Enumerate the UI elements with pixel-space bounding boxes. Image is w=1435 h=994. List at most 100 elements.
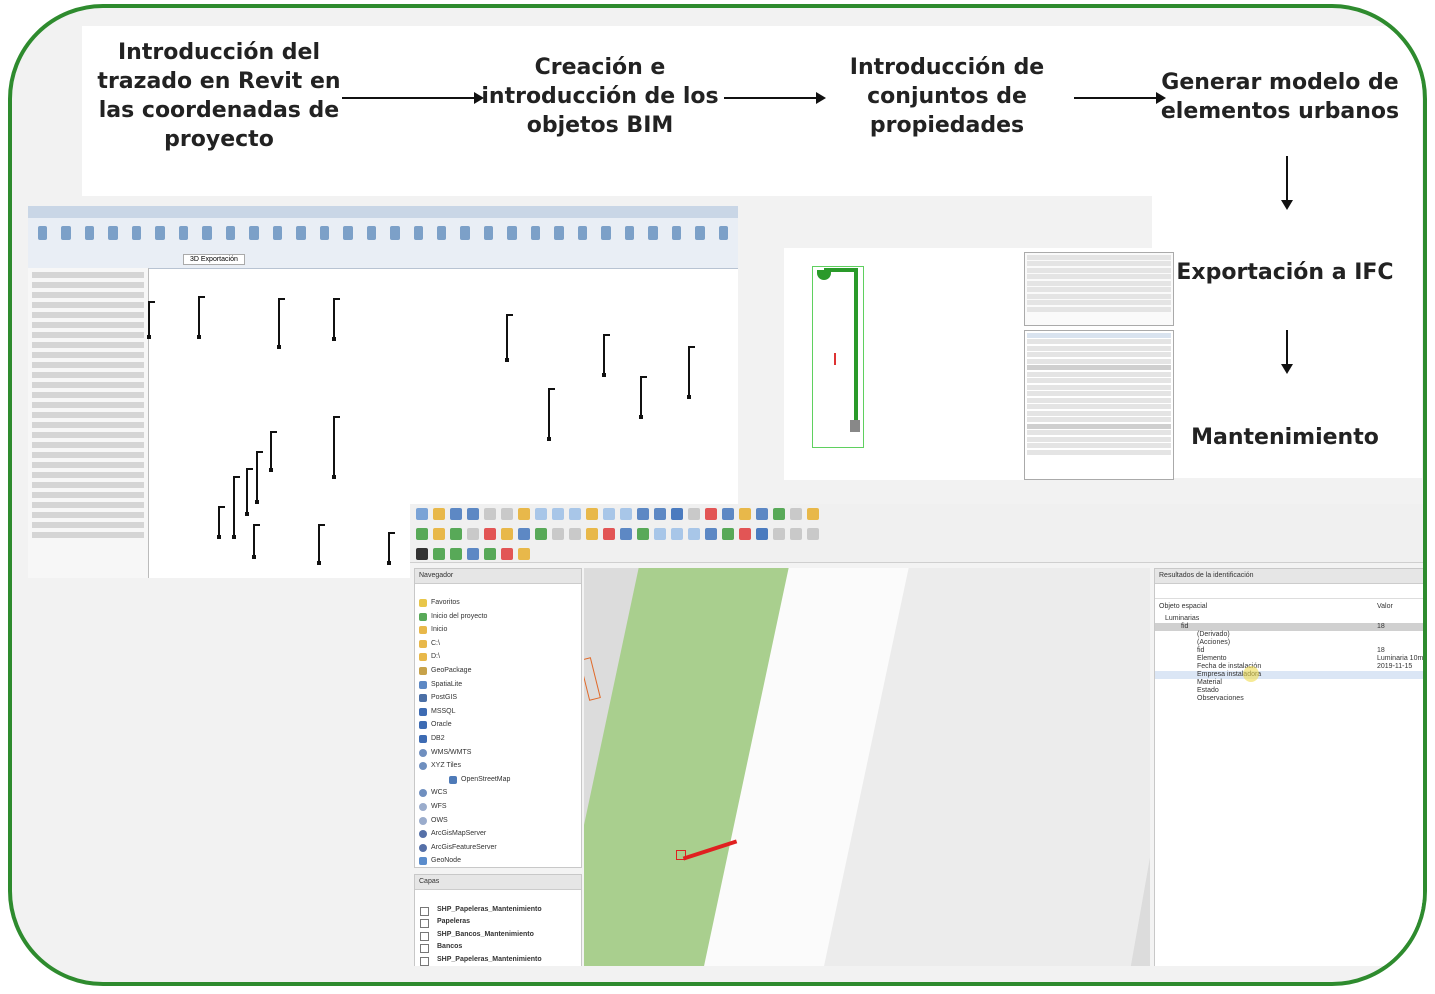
toolbar-icon[interactable]	[722, 528, 734, 540]
checkbox-icon[interactable]	[420, 931, 429, 941]
toolbar-icon[interactable]	[484, 548, 496, 560]
nav-item-postgis[interactable]: PostGIS	[415, 691, 581, 705]
layer-item[interactable]: SHP_Papeleras_Mantenimiento	[415, 954, 581, 966]
toolbar-icon[interactable]	[739, 528, 751, 540]
toolbar-icon[interactable]	[450, 548, 462, 560]
layer-item[interactable]: Papeleras	[415, 916, 581, 929]
map-canvas[interactable]	[584, 568, 1150, 966]
nav-item-arcgis-feature[interactable]: ArcGisFeatureServer	[415, 841, 581, 855]
nav-item-wms[interactable]: WMS/WMTS	[415, 746, 581, 760]
nav-item-project-home[interactable]: Inicio del proyecto	[415, 610, 581, 624]
identify-row[interactable]: (Derivado)	[1155, 631, 1423, 639]
toolbar-icon[interactable]	[603, 528, 615, 540]
checkbox-icon[interactable]	[420, 944, 429, 954]
toolbar-icon[interactable]	[739, 508, 751, 520]
toolbar-icon[interactable]	[773, 508, 785, 520]
nav-item-d-drive[interactable]: D:\	[415, 650, 581, 664]
nav-item-db2[interactable]: DB2	[415, 732, 581, 746]
toolbar-icon[interactable]	[501, 508, 513, 520]
toolbar-icon[interactable]	[569, 508, 581, 520]
identify-row[interactable]: Material	[1155, 679, 1423, 687]
toolbar-icon[interactable]	[433, 528, 445, 540]
toolbar-icon[interactable]	[518, 528, 530, 540]
nav-item-oracle[interactable]: Oracle	[415, 718, 581, 732]
nav-item-spatialite[interactable]: SpatiaLite	[415, 678, 581, 692]
toolbar-icon[interactable]	[807, 528, 819, 540]
toolbar-icon[interactable]	[484, 528, 496, 540]
checkbox-icon[interactable]	[420, 919, 429, 929]
revit-view-tab[interactable]: 3D Exportación	[183, 254, 245, 265]
toolbar-icon[interactable]	[467, 508, 479, 520]
identify-row[interactable]: (Acciones)	[1155, 639, 1423, 647]
nav-item-ows[interactable]: OWS	[415, 814, 581, 828]
toolbar-icon[interactable]	[552, 508, 564, 520]
toolbar-icon[interactable]	[552, 528, 564, 540]
toolbar-icon[interactable]	[756, 508, 768, 520]
toolbar-icon[interactable]	[654, 508, 666, 520]
toolbar-icon[interactable]	[535, 528, 547, 540]
layer-item[interactable]: SHP_Bancos_Mantenimiento	[415, 929, 581, 941]
toolbar-icon[interactable]	[603, 508, 615, 520]
toolbar-icon[interactable]	[705, 508, 717, 520]
toolbar-icon[interactable]	[416, 548, 428, 560]
toolbar-icon[interactable]	[450, 528, 462, 540]
toolbar-icon[interactable]	[586, 508, 598, 520]
toolbar-icon[interactable]	[433, 508, 445, 520]
nav-item-geopackage[interactable]: GeoPackage	[415, 664, 581, 678]
toolbar-icon[interactable]	[569, 528, 581, 540]
toolbar-icon[interactable]	[416, 528, 428, 540]
toolbar-icon[interactable]	[586, 528, 598, 540]
identify-row-hover[interactable]: Empresa instaladora	[1155, 671, 1423, 679]
identify-row-selected[interactable]: fid 18	[1155, 623, 1423, 631]
toolbar-icon[interactable]	[501, 528, 513, 540]
toolbar-icon[interactable]	[416, 508, 428, 520]
toolbar-icon[interactable]	[484, 508, 496, 520]
nav-item-mssql[interactable]: MSSQL	[415, 705, 581, 719]
nav-item-c-drive[interactable]: C:\	[415, 637, 581, 651]
toolbar-icon[interactable]	[518, 548, 530, 560]
toolbar-icon[interactable]	[671, 508, 683, 520]
toolbar-icon[interactable]	[535, 508, 547, 520]
navigator-title: Navegador	[415, 569, 581, 584]
light-pole	[252, 524, 260, 559]
toolbar-icon[interactable]	[467, 548, 479, 560]
toolbar-icon[interactable]	[688, 528, 700, 540]
toolbar-icon[interactable]	[518, 508, 530, 520]
toolbar-icon[interactable]	[722, 508, 734, 520]
toolbar-icon[interactable]	[501, 548, 513, 560]
identify-row[interactable]: Fecha de instalación 2019-11-15	[1155, 663, 1423, 671]
layer-item[interactable]: SHP_Papeleras_Mantenimiento	[415, 904, 581, 916]
toolbar-icon[interactable]	[790, 528, 802, 540]
nav-item-arcgis-map[interactable]: ArcGisMapServer	[415, 827, 581, 841]
identify-row[interactable]: fid 18	[1155, 647, 1423, 655]
nav-item-favorites[interactable]: Favoritos	[415, 596, 581, 610]
identify-row[interactable]: Estado	[1155, 687, 1423, 695]
toolbar-icon[interactable]	[671, 528, 683, 540]
toolbar-icon[interactable]	[654, 528, 666, 540]
identify-row[interactable]: Observaciones	[1155, 695, 1423, 703]
checkbox-icon[interactable]	[420, 907, 429, 916]
nav-item-home[interactable]: Inicio	[415, 623, 581, 637]
nav-item-xyz-tiles[interactable]: XYZ Tiles	[415, 759, 581, 773]
toolbar-icon[interactable]	[620, 528, 632, 540]
toolbar-icon[interactable]	[807, 508, 819, 520]
toolbar-icon[interactable]	[773, 528, 785, 540]
toolbar-icon[interactable]	[467, 528, 479, 540]
toolbar-icon[interactable]	[688, 508, 700, 520]
nav-item-wcs[interactable]: WCS	[415, 786, 581, 800]
checkbox-icon[interactable]	[420, 956, 429, 966]
nav-item-wfs[interactable]: WFS	[415, 800, 581, 814]
identify-row[interactable]: Luminarias	[1155, 615, 1423, 623]
nav-item-openstreetmap[interactable]: OpenStreetMap	[415, 773, 581, 787]
nav-item-geonode[interactable]: GeoNode	[415, 854, 581, 868]
toolbar-icon[interactable]	[637, 528, 649, 540]
toolbar-icon[interactable]	[790, 508, 802, 520]
toolbar-icon[interactable]	[637, 508, 649, 520]
toolbar-icon[interactable]	[433, 548, 445, 560]
toolbar-icon[interactable]	[756, 528, 768, 540]
toolbar-icon[interactable]	[620, 508, 632, 520]
toolbar-icon[interactable]	[450, 508, 462, 520]
identify-row[interactable]: Elemento Luminaria 10m	[1155, 655, 1423, 663]
layer-item[interactable]: Bancos	[415, 941, 581, 954]
toolbar-icon[interactable]	[705, 528, 717, 540]
